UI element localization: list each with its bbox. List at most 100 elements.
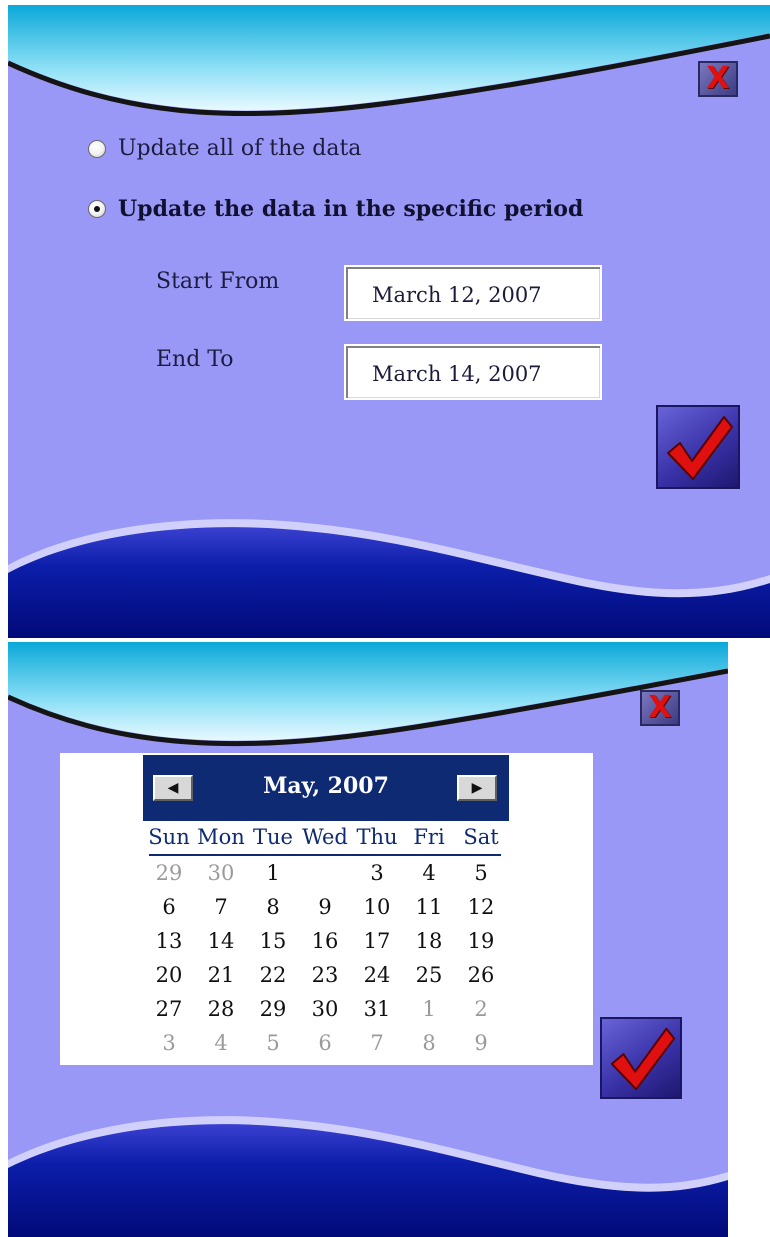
weekday-header: Fri (413, 825, 445, 849)
calendar-day-number: 6 (162, 895, 176, 919)
calendar-day-number: 14 (207, 929, 235, 953)
calendar-day-number: 3 (162, 1031, 176, 1055)
calendar-day-number: 1 (422, 997, 436, 1021)
calendar-day-number: 28 (207, 997, 235, 1021)
calendar-day-number: 29 (155, 861, 183, 885)
calendar-day[interactable]: 18 (403, 927, 455, 955)
calendar-day[interactable]: 3 (351, 859, 403, 887)
calendar-day[interactable]: 27 (143, 995, 195, 1023)
start-date-field[interactable] (344, 265, 602, 321)
calendar-day[interactable]: 20 (143, 961, 195, 989)
close-button[interactable]: X (640, 690, 680, 726)
calendar-day-number: 5 (474, 861, 488, 885)
close-icon: X (648, 690, 672, 725)
calendar-day[interactable]: 16 (299, 927, 351, 955)
calendar-day-number: 4 (422, 861, 436, 885)
calendar-day[interactable]: 4 (403, 859, 455, 887)
calendar-day[interactable]: 9 (299, 893, 351, 921)
calendar-day-number: 20 (155, 963, 183, 987)
calendar-day[interactable]: 14 (195, 927, 247, 955)
calendar-month-title: May, 2007 (263, 773, 389, 799)
calendar-day-number: 13 (155, 929, 183, 953)
calendar-day[interactable]: 29 (247, 995, 299, 1023)
calendar-day[interactable]: 23 (299, 961, 351, 989)
calendar-day-number: 31 (363, 997, 391, 1021)
calendar-day[interactable]: 4 (195, 1029, 247, 1057)
calendar-day[interactable]: 13 (143, 927, 195, 955)
calendar-day-number: 6 (318, 1031, 332, 1055)
calendar-day[interactable]: 6 (299, 1029, 351, 1057)
calendar-day[interactable]: 12 (455, 893, 507, 921)
calendar-day-number: 30 (207, 861, 235, 885)
calendar-day[interactable]: 11 (403, 893, 455, 921)
weekday-header: Wed (302, 825, 348, 849)
calendar-day[interactable]: 1 (247, 859, 299, 887)
calendar-day-number: 27 (155, 997, 183, 1021)
weekday-header: Sun (148, 825, 190, 849)
calendar-day-number: 26 (467, 963, 495, 987)
calendar-day[interactable]: 30 (195, 859, 247, 887)
date-range-dialog: X Update all of the data Update the data… (8, 5, 770, 638)
calendar-day[interactable]: 5 (455, 859, 507, 887)
calendar-day-number: 30 (311, 997, 339, 1021)
calendar-day-number: 11 (415, 895, 443, 919)
confirm-button[interactable] (600, 1017, 682, 1099)
calendar-day-number: 23 (311, 963, 339, 987)
calendar-day-number: 7 (214, 895, 228, 919)
start-from-label: Start From (156, 269, 280, 294)
calendar-day-number: 29 (259, 997, 287, 1021)
calendar-day-number: 15 (259, 929, 287, 953)
calendar-day[interactable]: 8 (403, 1029, 455, 1057)
calendar-day[interactable]: 22 (247, 961, 299, 989)
calendar-day[interactable]: 9 (455, 1029, 507, 1057)
calendar-day-number: 18 (415, 929, 443, 953)
calendar-day[interactable]: 1 (403, 995, 455, 1023)
option-update-all[interactable]: Update all of the data (88, 136, 361, 161)
calendar-day[interactable]: 26 (455, 961, 507, 989)
calendar-day[interactable]: 21 (195, 961, 247, 989)
radio-specific-period[interactable] (88, 200, 106, 218)
calendar-day-number: 9 (474, 1031, 488, 1055)
option-specific-period[interactable]: Update the data in the specific period (88, 196, 583, 222)
calendar-day[interactable]: 3 (143, 1029, 195, 1057)
calendar-day-number: 4 (214, 1031, 228, 1055)
radio-update-all[interactable] (88, 139, 106, 158)
calendar-day-number: 7 (370, 1031, 384, 1055)
calendar-day[interactable]: 31 (351, 995, 403, 1023)
option-specific-period-label: Update the data in the specific period (118, 196, 584, 222)
end-date-field[interactable] (344, 344, 602, 400)
next-month-button[interactable]: ▶ (457, 775, 497, 801)
weekday-header: Mon (197, 825, 245, 849)
calendar-day-number: 16 (311, 929, 339, 953)
calendar-day-number: 3 (370, 861, 384, 885)
calendar-day[interactable]: 10 (351, 893, 403, 921)
option-update-all-label: Update all of the data (118, 136, 362, 161)
weekday-header: Sat (463, 825, 499, 849)
calendar-day-number: 2 (474, 997, 488, 1021)
calendar-day[interactable]: 5 (247, 1029, 299, 1057)
calendar-day[interactable]: 15 (247, 927, 299, 955)
calendar-day-number: 10 (363, 895, 391, 919)
calendar-day[interactable]: 24 (351, 961, 403, 989)
calendar-day[interactable]: 19 (455, 927, 507, 955)
calendar-day[interactable]: 25 (403, 961, 455, 989)
weekday-header: Thu (356, 825, 398, 849)
calendar-day[interactable]: 2 (455, 995, 507, 1023)
close-button[interactable]: X (698, 61, 738, 97)
calendar-day-number: 1 (266, 861, 280, 885)
calendar-day[interactable]: 30 (299, 995, 351, 1023)
confirm-button[interactable] (656, 405, 740, 489)
calendar-day[interactable]: 7 (195, 893, 247, 921)
calendar-day-number: 12 (467, 895, 495, 919)
calendar-day-number: 22 (259, 963, 287, 987)
calendar-day[interactable]: 8 (247, 893, 299, 921)
calendar-day[interactable]: 28 (195, 995, 247, 1023)
calendar-day[interactable]: 29 (143, 859, 195, 887)
arrow-right-icon: ▶ (471, 780, 483, 796)
calendar-day[interactable]: 17 (351, 927, 403, 955)
calendar-day[interactable]: 7 (351, 1029, 403, 1057)
calendar-day[interactable]: 6 (143, 893, 195, 921)
calendar-day-selected[interactable]: 2 (299, 859, 351, 887)
calendar-day-number: 5 (266, 1031, 280, 1055)
calendar-day-number: 21 (207, 963, 235, 987)
